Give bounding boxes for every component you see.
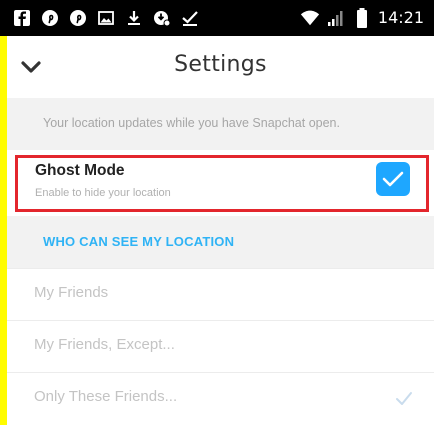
option-my-friends[interactable]: My Friends: [7, 268, 434, 320]
pinterest-icon: [40, 8, 60, 28]
pinterest-icon: [68, 8, 88, 28]
option-label: Only These Friends...: [34, 388, 178, 405]
option-only-these-friends[interactable]: Only These Friends...: [7, 372, 434, 424]
notification-icons: [12, 8, 200, 28]
download-icon: [124, 8, 144, 28]
status-bar: 14:21: [0, 0, 434, 36]
check-icon: [396, 392, 412, 405]
ghost-mode-checkbox[interactable]: [376, 162, 410, 196]
option-label: My Friends, Except...: [34, 336, 175, 353]
option-my-friends-except[interactable]: My Friends, Except...: [7, 320, 434, 372]
system-status: 14:21: [300, 8, 424, 28]
page-title: Settings: [174, 52, 267, 77]
section-header: WHO CAN SEE MY LOCATION: [7, 216, 434, 268]
option-label: My Friends: [34, 284, 109, 301]
battery-icon: [352, 8, 372, 28]
header: Settings: [7, 36, 434, 98]
check-icon: [180, 8, 200, 28]
clock: 14:21: [377, 8, 424, 27]
check-icon: [382, 171, 404, 187]
download-icon: [152, 8, 172, 28]
wifi-icon: [300, 8, 320, 28]
image-icon: [96, 8, 116, 28]
facebook-icon: [12, 8, 32, 28]
location-info-text: Your location updates while you have Sna…: [43, 116, 340, 130]
settings-screen: Settings Your location updates while you…: [7, 36, 434, 425]
who-can-see-label: WHO CAN SEE MY LOCATION: [43, 234, 235, 249]
ghost-mode-title: Ghost Mode: [35, 162, 125, 179]
ghost-mode-subtitle: Enable to hide your location: [35, 187, 171, 199]
signal-icon: [326, 8, 346, 28]
